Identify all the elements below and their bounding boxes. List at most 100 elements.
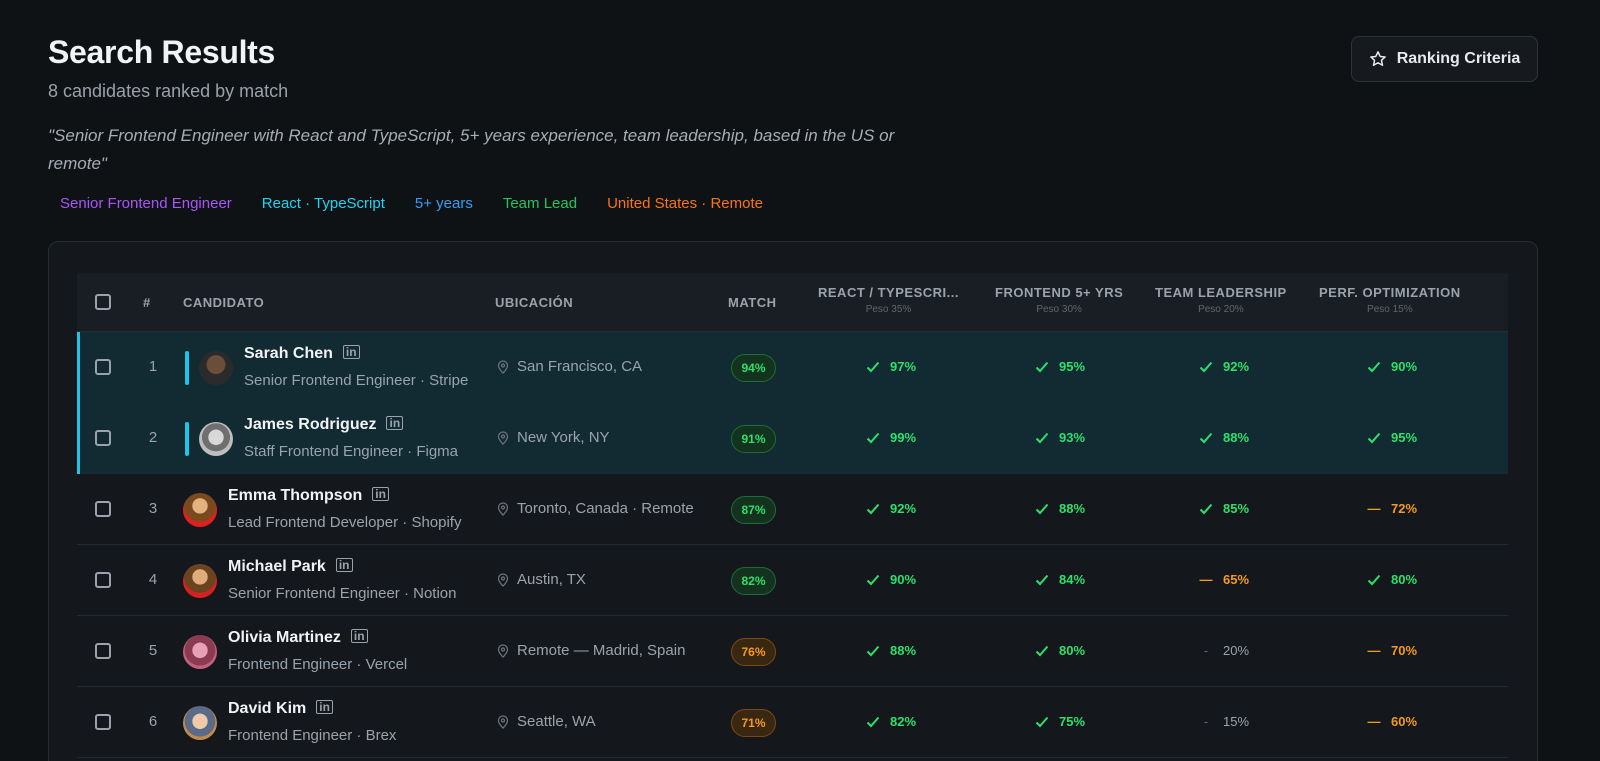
table-row[interactable]: 5 Olivia Martinez in Frontend Engineer · Ve… (77, 616, 1508, 687)
criterion-score: 99% (866, 430, 916, 445)
header-team-leadership-label: TEAM LEADERSHIP (1155, 285, 1287, 300)
criterion-score: — 60% (1367, 714, 1418, 729)
candidate-name: Sarah Chen (244, 345, 333, 362)
criterion-score: 80% (1035, 643, 1085, 658)
criterion-score: 75% (1035, 714, 1085, 729)
header-team-leadership-weight: Peso 20% (1198, 304, 1244, 315)
avatar (199, 351, 233, 385)
score-value: 90% (1391, 359, 1418, 374)
avatar (183, 706, 217, 740)
score-value: 80% (1391, 572, 1418, 587)
avatar (199, 422, 233, 456)
score-value: 99% (890, 430, 917, 445)
query-tag[interactable]: Senior Frontend Engineer (60, 195, 232, 212)
location-text: Remote — Madrid, Spain (517, 642, 686, 659)
header-match[interactable]: MATCH (728, 295, 776, 310)
header-index: # (143, 295, 151, 310)
row-checkbox[interactable] (95, 714, 111, 730)
linkedin-icon[interactable]: in (350, 629, 368, 643)
criterion-score: -20% (1199, 643, 1249, 658)
candidate-name-row[interactable]: David Kim in (228, 700, 333, 718)
criterion-score: — 70% (1367, 643, 1418, 658)
query-tag[interactable]: 5+ years (415, 195, 473, 212)
page-header: Search Results 8 candidates ranked by ma… (48, 34, 288, 102)
row-checkbox[interactable] (95, 572, 111, 588)
search-query: "Senior Frontend Engineer with React and… (48, 126, 895, 173)
score-value: 84% (1059, 572, 1086, 587)
criterion-score: 85% (1199, 501, 1249, 516)
score-value: 95% (1059, 359, 1086, 374)
score-value: 88% (1059, 501, 1086, 516)
check-icon (1367, 574, 1381, 585)
location-text: San Francisco, CA (517, 358, 643, 375)
linkedin-icon[interactable]: in (316, 700, 333, 714)
location-text: Austin, TX (517, 571, 586, 588)
header-perf-optimization-weight: Peso 15% (1367, 304, 1413, 315)
ranking-criteria-label: Ranking Criteria (1396, 50, 1521, 67)
table-header: # CANDIDATO UBICACIÓN MATCH REACT / TYPE… (77, 273, 1508, 332)
criterion-score: 88% (1035, 501, 1085, 516)
linkedin-icon[interactable]: in (335, 558, 353, 572)
header-frontend-years[interactable]: FRONTEND 5+ YRS Peso 30% (995, 285, 1123, 315)
linkedin-icon[interactable]: in (342, 345, 360, 359)
match-badge: 82% (731, 567, 776, 595)
low-icon: - (1203, 643, 1209, 658)
score-value: 65% (1223, 572, 1250, 587)
query-tag[interactable]: United States · Remote (607, 195, 763, 212)
score-value: 88% (1223, 430, 1250, 445)
table-row[interactable]: 3 Emma Thompson in Lead Frontend Developer … (77, 474, 1508, 545)
top-match-indicator (185, 422, 189, 456)
check-icon (1035, 361, 1049, 372)
row-rank: 4 (148, 571, 158, 588)
score-value: 70% (1391, 643, 1418, 658)
query-tag[interactable]: React · TypeScript (262, 195, 385, 212)
header-team-leadership[interactable]: TEAM LEADERSHIP Peso 20% (1155, 285, 1287, 315)
check-icon (1035, 716, 1049, 727)
header-perf-optimization[interactable]: PERF. OPTIMIZATION Peso 15% (1319, 285, 1461, 315)
candidate-location: Toronto, Canada · Remote (497, 500, 694, 517)
star-icon (1369, 51, 1386, 66)
candidate-name-row[interactable]: Olivia Martinez in (228, 629, 368, 647)
row-rank: 2 (148, 429, 158, 446)
score-value: 20% (1223, 643, 1250, 658)
table-row[interactable]: 2 James Rodriguez in Staff Frontend Enginee… (77, 403, 1508, 474)
header-candidate[interactable]: CANDIDATO (183, 295, 264, 310)
low-icon: - (1203, 714, 1209, 729)
match-badge: 71% (731, 709, 776, 737)
results-table: # CANDIDATO UBICACIÓN MATCH REACT / TYPE… (77, 273, 1508, 758)
candidate-name-row[interactable]: Sarah Chen in (244, 345, 360, 363)
score-value: 75% (1059, 714, 1086, 729)
candidate-location: Austin, TX (497, 571, 586, 588)
criterion-score: 88% (1199, 430, 1249, 445)
header-react-typescript[interactable]: REACT / TYPESCRI... Peso 35% (818, 285, 959, 315)
check-icon (1035, 574, 1049, 585)
table-row[interactable]: 4 Michael Park in Senior Frontend Engineer … (77, 545, 1508, 616)
check-icon (866, 503, 880, 514)
query-tag[interactable]: Team Lead (503, 195, 577, 212)
criterion-score: 93% (1035, 430, 1085, 445)
header-react-typescript-label: REACT / TYPESCRI... (818, 285, 959, 300)
row-checkbox[interactable] (95, 643, 111, 659)
check-icon (866, 574, 880, 585)
select-all-checkbox[interactable] (95, 294, 111, 310)
criterion-score: 90% (1367, 359, 1417, 374)
ranking-criteria-button[interactable]: Ranking Criteria (1351, 36, 1538, 82)
candidate-name-row[interactable]: Michael Park in (228, 558, 353, 576)
score-value: 90% (890, 572, 917, 587)
row-checkbox[interactable] (95, 430, 111, 446)
candidate-location: Remote — Madrid, Spain (497, 642, 685, 659)
check-icon (866, 645, 880, 656)
header-location[interactable]: UBICACIÓN (495, 295, 573, 310)
row-checkbox[interactable] (95, 359, 111, 375)
candidate-name-row[interactable]: Emma Thompson in (228, 487, 389, 505)
table-row[interactable]: 6 David Kim in Frontend Engineer · Brex Seat… (77, 687, 1508, 758)
check-icon (866, 716, 880, 727)
partial-icon: — (1367, 714, 1381, 729)
candidate-name-row[interactable]: James Rodriguez in (244, 416, 404, 434)
linkedin-icon[interactable]: in (372, 487, 389, 501)
linkedin-icon[interactable]: in (386, 416, 404, 430)
candidate-name: Emma Thompson (228, 487, 363, 504)
query-tags: Senior Frontend Engineer React · TypeScri… (60, 195, 763, 212)
row-checkbox[interactable] (95, 501, 111, 517)
table-row[interactable]: 1 Sarah Chen in Senior Frontend Engineer · … (77, 332, 1508, 403)
